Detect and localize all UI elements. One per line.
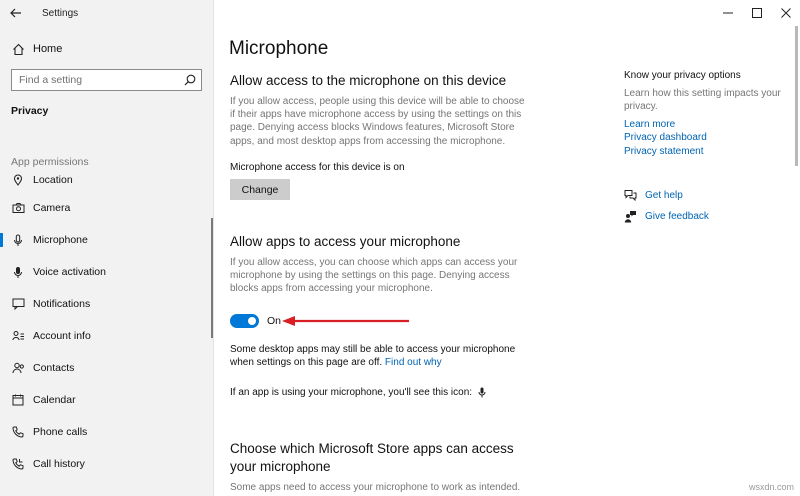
location-icon	[11, 174, 25, 186]
sidebar-item-label: Phone calls	[33, 426, 88, 438]
sidebar-item-contacts[interactable]: Contacts	[0, 352, 214, 384]
sidebar-item-microphone[interactable]: Microphone	[0, 224, 214, 256]
give-feedback-icon	[623, 210, 637, 223]
sidebar: Settings Home Privacy App permissions Lo…	[0, 0, 214, 496]
back-button[interactable]	[0, 1, 32, 25]
sidebar-item-camera[interactable]: Camera	[0, 192, 214, 224]
sidebar-item-label: Contacts	[33, 362, 75, 374]
related-panel: Know your privacy options Learn how this…	[623, 0, 783, 496]
device-access-status: Microphone access for this device is on	[230, 162, 405, 173]
home-link[interactable]: Home	[0, 38, 214, 60]
call-history-icon	[11, 458, 25, 470]
give-feedback-link[interactable]: Give feedback	[623, 210, 709, 223]
phone-calls-icon	[11, 426, 25, 438]
main-scrollbar[interactable]	[795, 26, 798, 166]
camera-icon	[11, 202, 25, 214]
watermark: wsxdn.com	[748, 482, 794, 492]
sidebar-item-account-info[interactable]: Account info	[0, 320, 214, 352]
microphone-icon	[11, 234, 25, 247]
voice-activation-icon	[11, 266, 25, 279]
sidebar-item-label: Camera	[33, 202, 71, 214]
sidebar-item-label: Location	[33, 174, 73, 186]
sidebar-nav: Location Camera Microphone Voice activat…	[0, 168, 214, 480]
sidebar-item-call-history[interactable]: Call history	[0, 448, 214, 480]
mic-icon-note: If an app is using your microphone, you'…	[230, 386, 486, 399]
toggle-knob	[248, 317, 256, 325]
privacy-options-title: Know your privacy options	[624, 70, 741, 81]
search-box[interactable]	[11, 69, 202, 91]
mic-icon-note-text: If an app is using your microphone, you'…	[230, 387, 473, 398]
search-input[interactable]	[12, 70, 179, 90]
sidebar-item-label: Voice activation	[33, 266, 106, 278]
apps-access-description: If you allow access, you can choose whic…	[230, 257, 518, 295]
privacy-statement-link[interactable]: Privacy statement	[624, 146, 703, 157]
main-content: Microphone Allow access to the microphon…	[229, 0, 604, 496]
desktop-apps-note-text: Some desktop apps may still be able to a…	[230, 344, 516, 368]
app-permissions-label: App permissions	[11, 156, 89, 168]
account-info-icon	[11, 330, 25, 342]
sidebar-item-phone-calls[interactable]: Phone calls	[0, 416, 214, 448]
get-help-link[interactable]: Get help	[623, 189, 683, 201]
sidebar-item-calendar[interactable]: Calendar	[0, 384, 214, 416]
give-feedback-label: Give feedback	[645, 211, 709, 222]
sidebar-item-label: Notifications	[33, 298, 91, 310]
sidebar-item-label: Microphone	[33, 234, 88, 246]
apps-access-toggle[interactable]	[230, 314, 259, 328]
sidebar-item-label: Call history	[33, 458, 85, 470]
home-icon	[11, 43, 25, 56]
privacy-dashboard-link[interactable]: Privacy dashboard	[624, 132, 707, 143]
home-label: Home	[33, 43, 63, 55]
category-title: Privacy	[11, 105, 49, 117]
sidebar-scrollbar[interactable]	[211, 218, 213, 338]
back-arrow-icon	[10, 8, 21, 18]
sidebar-item-label: Calendar	[33, 394, 76, 406]
apps-access-heading: Allow apps to access your microphone	[230, 234, 461, 249]
search-icon[interactable]	[179, 74, 201, 86]
change-button[interactable]: Change	[230, 179, 290, 200]
get-help-icon	[623, 189, 637, 201]
store-apps-description: Some apps need to access your microphone…	[230, 482, 521, 493]
notifications-icon	[11, 298, 25, 310]
titlebar: Settings	[0, 0, 214, 26]
find-out-why-link[interactable]: Find out why	[385, 357, 442, 368]
sidebar-item-voice-activation[interactable]: Voice activation	[0, 256, 214, 288]
contacts-icon	[11, 362, 25, 374]
page-title: Microphone	[229, 38, 329, 59]
red-arrow-annotation	[282, 316, 409, 326]
sidebar-item-location[interactable]: Location	[0, 168, 214, 192]
sidebar-item-notifications[interactable]: Notifications	[0, 288, 214, 320]
desktop-apps-note: Some desktop apps may still be able to a…	[230, 343, 530, 369]
privacy-options-description: Learn how this setting impacts your priv…	[624, 88, 781, 113]
learn-more-link[interactable]: Learn more	[624, 119, 675, 130]
device-access-heading: Allow access to the microphone on this d…	[230, 73, 507, 88]
microphone-indicator-icon	[478, 387, 486, 398]
calendar-icon	[11, 394, 25, 406]
device-access-description: If you allow access, people using this d…	[230, 96, 525, 147]
sidebar-item-label: Account info	[33, 330, 91, 342]
get-help-label: Get help	[645, 189, 683, 201]
app-title: Settings	[42, 7, 79, 19]
store-apps-heading: Choose which Microsoft Store apps can ac…	[230, 441, 514, 474]
